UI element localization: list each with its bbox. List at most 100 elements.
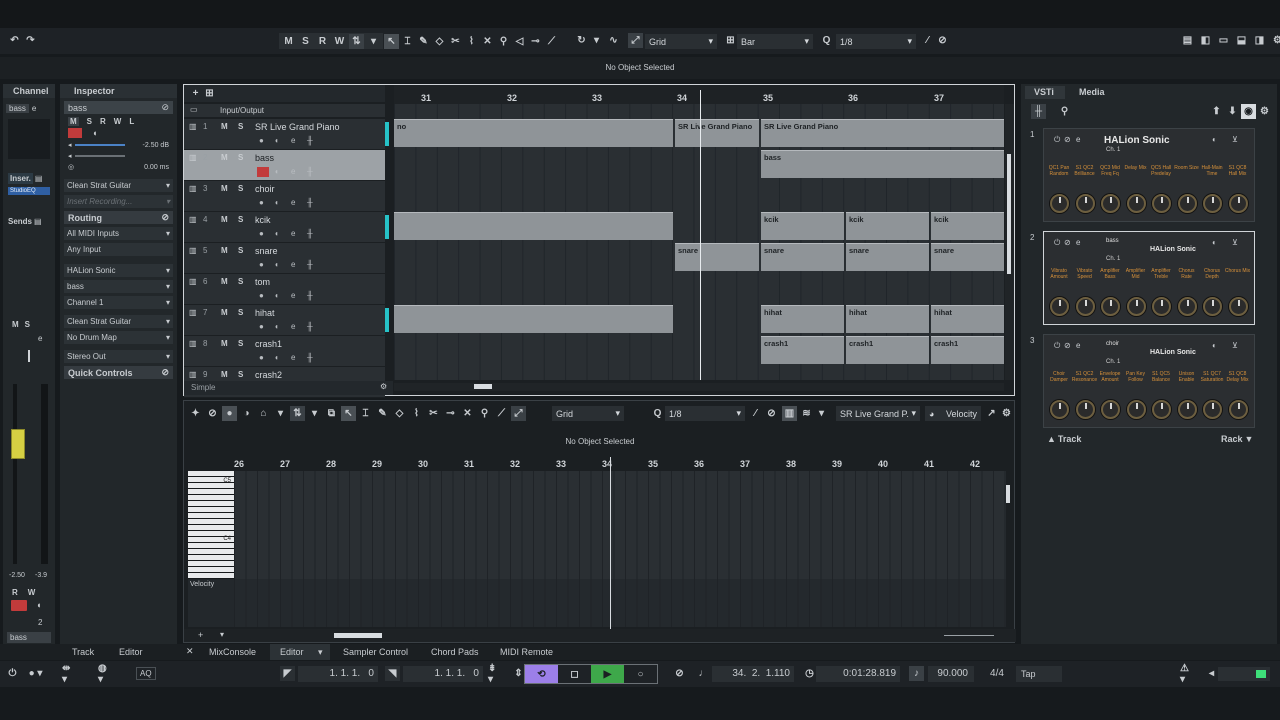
monitor-icon[interactable]: ◖ [274, 353, 279, 362]
routing-section[interactable]: Routing ⊘ [64, 211, 173, 224]
inserts-section[interactable]: Inser. ▤ [8, 173, 50, 184]
instrument-preset-field[interactable]: Clean Strat Guitar ▾ [64, 179, 173, 192]
track-header[interactable]: ▥ 8 M Scrash1 ● ◖ e ╫ [184, 336, 389, 367]
quick-control-knob[interactable] [1203, 297, 1222, 316]
vsti-slot[interactable]: ⏻ ⊘ e HALion Sonic Ch. 1 ◐ ⊻ QC1 Pan Random S1 Q… [1043, 128, 1255, 222]
track-solo-button[interactable]: S [238, 153, 243, 162]
track-name[interactable]: SR Live Grand Piano [255, 122, 340, 132]
tab-track[interactable]: Track [72, 647, 94, 657]
zoom-tool-icon[interactable]: ⚲ [496, 34, 511, 49]
acoustic-feedback-icon[interactable]: ⊘ [205, 406, 220, 421]
trim-tool-icon[interactable]: ⌇ [409, 406, 424, 421]
view-icon[interactable]: ◉ [1241, 104, 1256, 119]
editor-zoom-slider[interactable] [944, 635, 994, 636]
velocity-lane-label[interactable]: Velocity [188, 579, 234, 627]
project-cursor[interactable] [700, 90, 701, 380]
mute-all-button[interactable]: M [281, 34, 296, 49]
tab-sampler-control[interactable]: Sampler Control [343, 647, 408, 657]
open-in-window-icon[interactable]: ↗ [984, 406, 999, 421]
solo-editor-icon[interactable]: ✦ [188, 406, 203, 421]
quick-control-knob[interactable] [1152, 400, 1171, 419]
edit-channel-icon[interactable]: e [291, 260, 295, 269]
output-select[interactable]: Stereo Out ▾ [64, 350, 173, 363]
midi-part[interactable]: hihat [761, 305, 844, 333]
track-solo-button[interactable]: S [238, 246, 243, 255]
track-mute-button[interactable]: M [221, 308, 228, 317]
vsti-output-select[interactable]: HALion Sonic ▾ [64, 264, 173, 277]
monitor-icon[interactable]: ◖ [92, 128, 97, 138]
range-tool-icon[interactable]: ⌶ [400, 34, 415, 49]
track-header[interactable]: ▥ 6 M Stom ● ◖ e ╫ [184, 274, 389, 305]
quick-control-knob[interactable] [1228, 297, 1248, 316]
channel-solo-button[interactable]: S [25, 320, 30, 329]
chevron-down-icon[interactable]: ▾ [366, 34, 381, 49]
automation-mode-icon[interactable]: ⇅ [349, 33, 364, 49]
channel-tab[interactable]: Channel [3, 84, 55, 98]
midi-part[interactable] [394, 305, 673, 333]
glue-tool-icon[interactable]: ⊸ [443, 406, 458, 421]
midi-part[interactable]: snare [761, 243, 844, 271]
tempo-track-icon[interactable]: ♪ [909, 666, 924, 681]
monitor-icon[interactable]: ◖ [274, 229, 279, 238]
track-solo-button[interactable]: S [238, 215, 243, 224]
autoscroll-icon[interactable]: ◑ [239, 406, 254, 421]
glue-tool-icon[interactable]: ⌇ [464, 34, 479, 49]
delay-value[interactable]: 0.00 ms [144, 164, 169, 171]
preset-icon[interactable]: ◐ [1212, 135, 1217, 144]
track-name[interactable]: kcik [255, 215, 271, 225]
record-enable-button[interactable]: ● [259, 322, 264, 331]
midi-part[interactable]: snare [675, 243, 759, 271]
track-mute-button[interactable]: M [221, 215, 228, 224]
record-button[interactable]: ○ [624, 665, 657, 683]
metronome-click-icon[interactable]: ♩ [696, 666, 711, 681]
channel-name[interactable]: bass [6, 104, 29, 113]
window-layout-icon[interactable]: ▤ [1180, 33, 1195, 48]
left-locator-value[interactable]: 1. 1. 1. 0 [298, 666, 378, 682]
quick-control-knob[interactable] [1050, 400, 1069, 419]
vsti-instance-select[interactable]: bass ▾ [64, 280, 173, 293]
snap-icon[interactable]: ⤢ [628, 33, 643, 48]
inspector-write-button[interactable]: W [114, 117, 122, 126]
inspector-track-header[interactable]: bass ⊘ [64, 101, 173, 114]
quick-control-knob[interactable] [1126, 400, 1146, 419]
track-mute-button[interactable]: M [221, 184, 228, 193]
track-solo-button[interactable]: S [238, 370, 243, 379]
auto-scroll-icon[interactable]: ↻ [574, 33, 589, 48]
preset-icon[interactable]: ◐ [1212, 238, 1217, 247]
right-locator-icon[interactable]: ◥ [385, 666, 400, 681]
monitor-icon[interactable]: ◖ [274, 322, 279, 331]
midi-part[interactable]: hihat [931, 305, 1004, 333]
quick-control-knob[interactable] [1152, 297, 1171, 316]
line-tool-icon[interactable]: ⟋ [544, 34, 559, 49]
snap-icon[interactable]: ⤢ [511, 405, 526, 421]
edit-channel-icon[interactable]: e [291, 167, 295, 176]
edit-icon[interactable]: e [1076, 238, 1080, 247]
setup-window-icon[interactable]: ⚙ [1270, 33, 1280, 48]
editor-snap-select[interactable]: Grid ▾ [552, 406, 624, 421]
midi-part[interactable]: crash1 [761, 336, 844, 364]
track-mute-button[interactable]: M [221, 370, 228, 379]
tempo-value[interactable]: 90.000 [928, 666, 974, 682]
quantize-icon[interactable]: Q [819, 33, 834, 48]
cycle-button[interactable]: ⟲ [525, 665, 558, 683]
quantize-apply-icon[interactable]: ⊘ [764, 406, 779, 421]
edit-icon[interactable]: e [1076, 341, 1080, 350]
any-input-select[interactable]: Any Input [64, 243, 173, 256]
split-tool-icon[interactable]: ✂ [448, 34, 463, 49]
quick-control-knob[interactable] [1050, 297, 1069, 316]
inspector-solo-button[interactable]: S [87, 117, 92, 126]
quick-control-knob[interactable] [1177, 400, 1197, 419]
activate-project-icon[interactable]: ⏻ [5, 666, 20, 681]
show-lower-zone-icon[interactable]: ⬓ [1234, 33, 1249, 48]
track-header[interactable]: ▥ 3 M Schoir ● ◖ e ╫ [184, 181, 389, 212]
object-selection-tool-icon[interactable]: ↖ [341, 405, 356, 421]
inspector-mute-button[interactable]: M [68, 117, 79, 126]
quick-control-knob[interactable] [1152, 194, 1171, 213]
mixer-icon[interactable]: ⧉ [324, 406, 339, 421]
inspector-lock-button[interactable]: L [129, 117, 134, 126]
record-enable-button[interactable] [68, 128, 82, 138]
draw-tool-icon[interactable]: ✎ [375, 406, 390, 421]
quick-control-knob[interactable] [1203, 400, 1222, 419]
collapse-icon[interactable]: ⊘ [161, 212, 169, 223]
inspector-tab[interactable]: Inspector [60, 84, 177, 98]
